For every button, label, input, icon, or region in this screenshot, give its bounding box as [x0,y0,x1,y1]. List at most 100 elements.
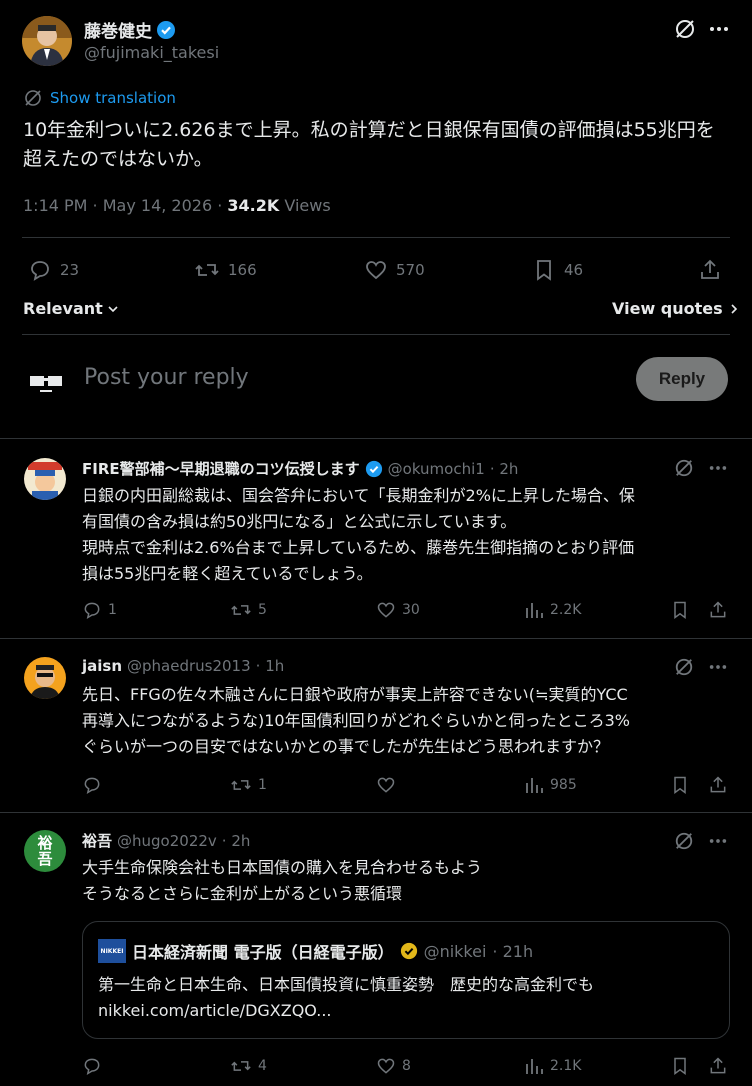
views-action[interactable]: 985 [524,775,577,795]
reply-icon [82,775,102,795]
more-options-icon[interactable] [708,18,730,40]
heart-icon [376,1056,396,1076]
views-icon [524,600,544,620]
reply-time[interactable]: · 2h [222,832,251,850]
share-icon[interactable] [708,775,728,795]
repost-icon [230,600,252,620]
reply-icon [82,600,102,620]
author-handle[interactable]: @fujimaki_takesi [84,43,219,62]
reply-text-line: 日銀の内田副総裁は、国会答弁において「長期金利が2%に上昇した場合、保 [82,486,635,505]
repost-icon [194,258,220,282]
reply-text-line: ぐらいが一つの目安ではないかとの事でしたが先生はどう思われますか？ [82,737,610,756]
verified-badge-icon [365,460,383,478]
reply-text-line: 先日、FFGの佐々木融さんに日銀や政府が事実上許容できない(≒実質的YCC [82,685,628,704]
bookmark-icon[interactable] [670,775,690,795]
verified-gold-badge-icon [400,942,418,960]
reply-action[interactable] [82,775,108,795]
reply-text: 大手生命保険会社も日本国債の購入を見合わせるもよう そうなるとさらに金利が上がる… [82,855,732,907]
views-label: Views [279,196,331,215]
reply-author-name[interactable]: FIRE警部補〜早期退職のコツ伝授します [82,458,360,479]
like-action[interactable]: 30 [376,600,420,620]
reply-action[interactable]: 23 [28,258,79,282]
reply-avatar[interactable]: 裕 吾 [24,830,66,872]
reply-author-handle[interactable]: @phaedrus2013 [127,657,251,675]
repost-count: 5 [258,602,267,618]
sort-relevant-dropdown[interactable]: Relevant [23,299,120,318]
author-name-text[interactable]: 藤巻健史 [84,17,152,42]
reply-author-name[interactable]: jaisn [82,657,122,675]
reply-input[interactable]: Post your reply [84,365,249,390]
views-action[interactable]: 2.1K [524,1056,581,1076]
reply-text-line: そうなるとさらに金利が上がるという悪循環 [82,884,403,903]
reply-action[interactable]: 1 [82,600,117,620]
like-action[interactable]: 570 [364,258,425,282]
view-quotes-label[interactable]: View quotes [612,299,723,318]
reply-text-line: 損は55兆円を軽く超えているでしょう。 [82,564,373,583]
quoted-author-handle: @nikkei [423,941,487,961]
quoted-link[interactable]: nikkei.com/article/DGXZQO... [98,998,718,1024]
heart-icon [376,775,396,795]
bookmark-icon[interactable] [670,600,690,620]
bookmark-icon [532,258,556,282]
author-name[interactable]: 藤巻健史 [84,17,176,42]
reply-text-line: 再導入につながるような)10年国債利回りがどれぐらいかと伺ったところ3% [82,711,630,730]
grok-icon[interactable] [674,458,694,478]
bookmark-icon[interactable] [670,1056,690,1076]
tweet-time[interactable]: 1:14 PM · May 14, 2026 · [23,196,227,215]
bookmark-count: 46 [564,261,584,279]
share-icon[interactable] [708,600,728,620]
repost-action[interactable]: 1 [230,775,267,795]
more-options-icon[interactable] [708,657,728,677]
repost-action[interactable]: 5 [230,600,267,620]
reply-action[interactable] [82,1056,108,1076]
view-quotes-link[interactable]: View quotes [612,299,739,318]
like-action[interactable]: 8 [376,1056,411,1076]
like-action[interactable] [376,775,402,795]
repost-count: 4 [258,1058,267,1074]
quoted-post-text: 第一生命と日本生命、日本国債投資に慎重姿勢 歴史的な高金利でも nikkei.c… [98,972,718,1024]
like-count: 30 [402,602,420,618]
share-action[interactable] [698,258,722,282]
reply-time[interactable]: · 2h [490,460,519,478]
tweet-meta: 1:14 PM · May 14, 2026 · 34.2K Views [23,196,331,215]
share-icon [698,258,722,282]
tweet-text: 10年金利ついに2.626まで上昇。私の計算だと日銀保有国債の評価損は55兆円を… [23,119,715,170]
reply-text-line: 現時点で金利は2.6%台まで上昇しているため、藤巻先生御指摘のとおり評価 [82,538,635,557]
heart-icon [376,600,396,620]
sort-label[interactable]: Relevant [23,299,103,318]
reply-author-name[interactable]: 裕吾 [82,830,112,851]
more-options-icon[interactable] [708,831,728,851]
reply-icon [82,1056,102,1076]
reply-text: 先日、FFGの佐々木融さんに日銀や政府が事実上許容できない(≒実質的YCC 再導… [82,682,732,760]
grok-icon[interactable] [674,18,696,40]
show-translation-link[interactable]: Show translation [24,89,176,107]
avatar-text: 吾 [37,850,53,868]
grok-icon[interactable] [674,657,694,677]
reply-time[interactable]: · 1h [256,657,285,675]
reply-button[interactable]: Reply [636,357,728,401]
bookmark-action[interactable]: 46 [532,258,583,282]
reply-avatar[interactable] [24,458,66,500]
share-icon[interactable] [708,1056,728,1076]
reply-author-handle[interactable]: @okumochi1 [388,460,485,478]
views-count: 2.1K [550,1058,582,1074]
divider [22,237,730,238]
repost-action[interactable]: 166 [194,258,257,282]
verified-badge-icon [156,20,176,40]
chevron-down-icon [106,302,120,316]
views-action[interactable]: 2.2K [524,600,581,620]
reply-button-label: Reply [658,369,706,388]
views-count: 34.2K [227,196,280,215]
user-avatar[interactable] [28,370,66,398]
views-icon [524,775,544,795]
grok-icon[interactable] [674,831,694,851]
divider [0,812,752,813]
more-options-icon[interactable] [708,458,728,478]
repost-icon [230,1056,252,1076]
repost-action[interactable]: 4 [230,1056,267,1076]
reply-author-handle[interactable]: @hugo2022v [117,832,217,850]
show-translation-label[interactable]: Show translation [50,89,176,107]
heart-icon [364,258,388,282]
reply-avatar[interactable] [24,657,66,699]
author-avatar[interactable] [22,16,72,66]
